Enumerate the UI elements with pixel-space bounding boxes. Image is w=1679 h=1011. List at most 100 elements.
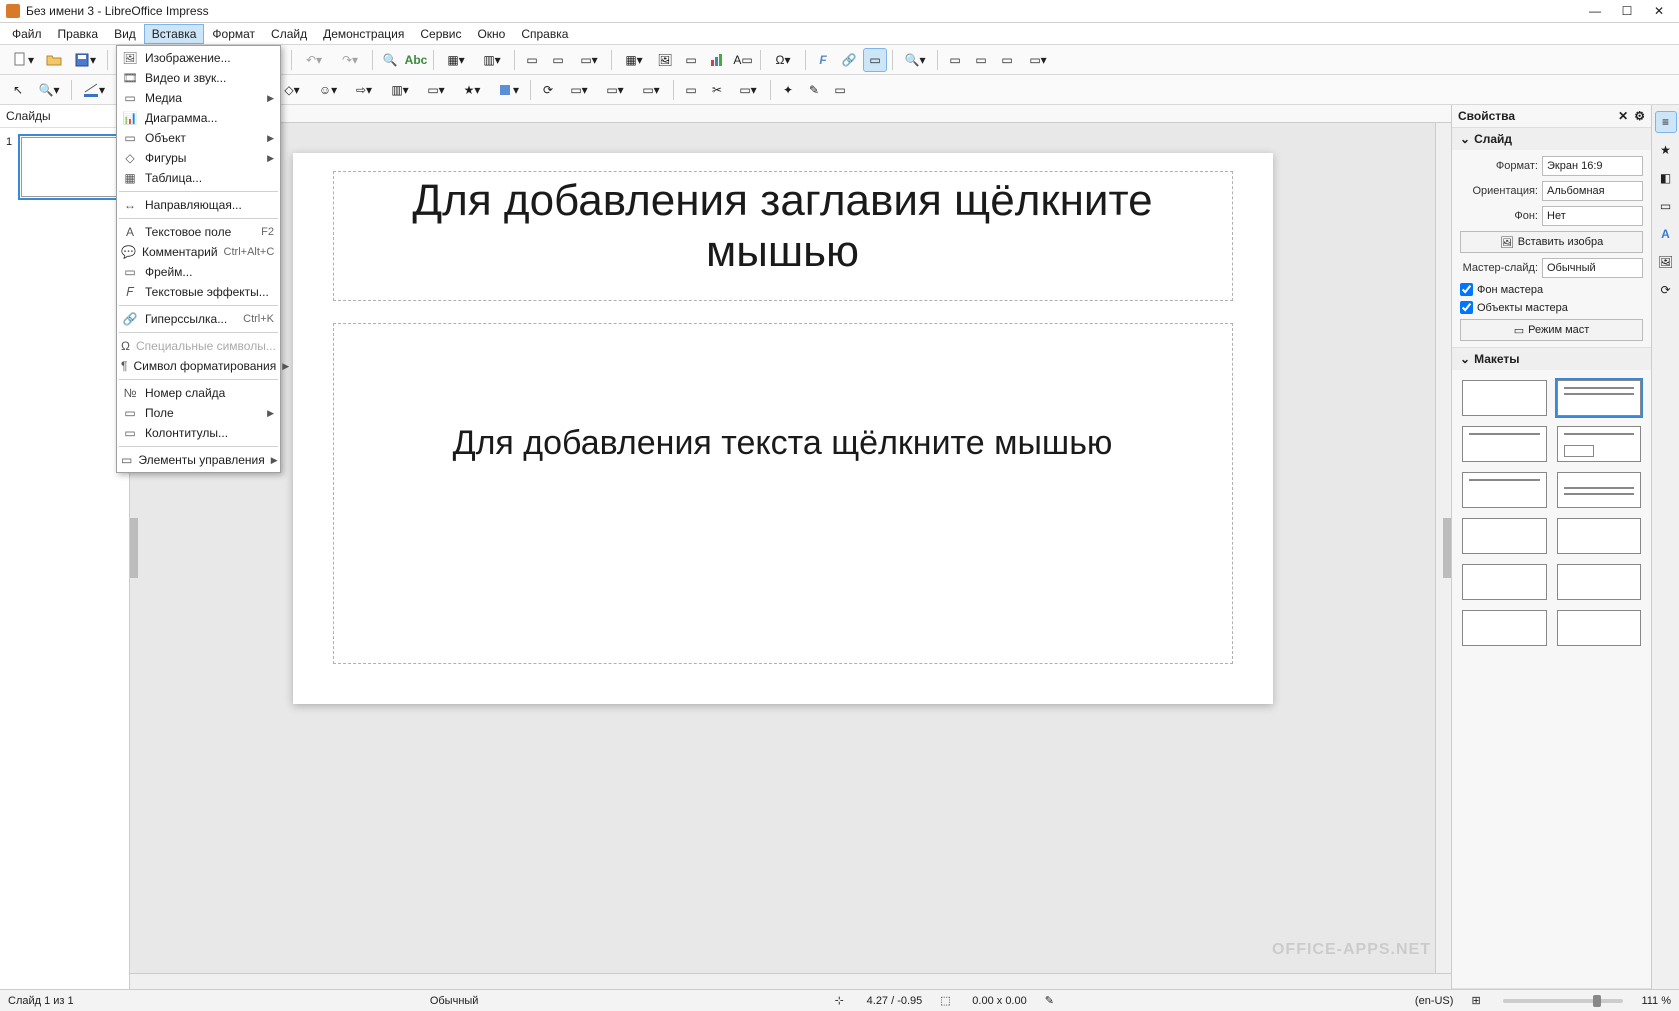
signature-icon[interactable]: ✎: [1045, 994, 1059, 1008]
master-bg-checkbox[interactable]: Фон мастера: [1460, 283, 1643, 296]
close-button[interactable]: ✕: [1653, 4, 1665, 18]
master-obj-checkbox[interactable]: Объекты мастера: [1460, 301, 1643, 314]
extrusion-button[interactable]: ▭: [828, 78, 852, 102]
del-slide-button[interactable]: ▭: [995, 48, 1019, 72]
menuitem-shapes[interactable]: ◇Фигуры▶: [117, 148, 280, 168]
layout-3[interactable]: [1462, 472, 1547, 508]
menuitem-object[interactable]: ▭Объект▶: [117, 128, 280, 148]
display-grid-button[interactable]: ▦▾: [439, 48, 473, 72]
menuitem-table[interactable]: ▦Таблица...: [117, 168, 280, 188]
menu-file[interactable]: Файл: [4, 24, 50, 44]
rotate-button[interactable]: ⟳: [536, 78, 560, 102]
save-button[interactable]: ▾: [68, 48, 102, 72]
left-panel-collapse-handle[interactable]: [130, 518, 138, 578]
tab-styles[interactable]: A: [1655, 223, 1677, 245]
insert-av-button[interactable]: ▭: [679, 48, 703, 72]
status-zoom[interactable]: 111 %: [1641, 995, 1671, 1007]
insert-special-button[interactable]: Ω▾: [766, 48, 800, 72]
zoom-slider[interactable]: [1503, 999, 1623, 1003]
menuitem-textbox[interactable]: AТекстовое полеF2: [117, 222, 280, 242]
menuitem-formatmark[interactable]: ¶Символ форматирования▶: [117, 356, 280, 376]
layout-title-content[interactable]: [1557, 380, 1642, 416]
layout-8[interactable]: [1557, 564, 1642, 600]
shadow-button[interactable]: ▭: [679, 78, 703, 102]
format-dropdown[interactable]: Экран 16:9: [1542, 156, 1643, 176]
select-tool[interactable]: ↖: [6, 78, 30, 102]
minimize-button[interactable]: —: [1589, 4, 1601, 18]
orientation-dropdown[interactable]: Альбомная: [1542, 181, 1643, 201]
tab-gallery[interactable]: 🖼: [1655, 251, 1677, 273]
arrange-button[interactable]: ▭▾: [598, 78, 632, 102]
redo-button[interactable]: ↷▾: [333, 48, 367, 72]
filter-button[interactable]: ▭▾: [731, 78, 765, 102]
menuitem-fontwork[interactable]: 𝐹Текстовые эффекты...: [117, 282, 280, 302]
spellcheck-button[interactable]: Abc: [404, 48, 428, 72]
menuitem-comment[interactable]: 💬КомментарийCtrl+Alt+C: [117, 242, 280, 262]
insert-table-button[interactable]: ▦▾: [617, 48, 651, 72]
fontwork-button[interactable]: F: [811, 48, 835, 72]
3d-tool[interactable]: ▾: [491, 78, 525, 102]
display-views-button[interactable]: ▥▾: [475, 48, 509, 72]
menuitem-guide[interactable]: ↔Направляющая...: [117, 195, 280, 215]
arrow-shapes-tool[interactable]: ⇨▾: [347, 78, 381, 102]
menuitem-slidenum[interactable]: №Номер слайда: [117, 383, 280, 403]
sidebar-settings-icon[interactable]: ⚙: [1634, 109, 1645, 123]
tab-slide-transition[interactable]: ★: [1655, 139, 1677, 161]
layout-6[interactable]: [1557, 518, 1642, 554]
start-current-button[interactable]: ▭▾: [572, 48, 606, 72]
menuitem-headerfooter[interactable]: ▭Колонтитулы...: [117, 423, 280, 443]
tab-navigator[interactable]: ⟳: [1655, 279, 1677, 301]
menuitem-link[interactable]: 🔗Гиперссылка...Ctrl+K: [117, 309, 280, 329]
tab-properties[interactable]: ≡: [1655, 111, 1677, 133]
glue-button[interactable]: ✎: [802, 78, 826, 102]
title-placeholder[interactable]: Для добавления заглавия щёлкните мышью: [333, 171, 1233, 301]
master-slide-dropdown[interactable]: Обычный: [1542, 258, 1643, 278]
zoom-button[interactable]: 🔍▾: [898, 48, 932, 72]
menu-tools[interactable]: Сервис: [412, 24, 469, 44]
content-placeholder[interactable]: Для добавления текста щёлкните мышью: [333, 323, 1233, 664]
insert-image-bg-button[interactable]: 🖼 Вставить изобра: [1460, 231, 1643, 253]
flowchart-tool[interactable]: ▥▾: [383, 78, 417, 102]
crop-button[interactable]: ✂: [705, 78, 729, 102]
points-button[interactable]: ✦: [776, 78, 800, 102]
new-slide-button[interactable]: ▭: [943, 48, 967, 72]
hyperlink-button[interactable]: 🔗: [837, 48, 861, 72]
insert-textbox-button[interactable]: A▭: [731, 48, 755, 72]
menu-slideshow[interactable]: Демонстрация: [315, 24, 412, 44]
new-doc-button[interactable]: ▾: [6, 48, 40, 72]
menu-help[interactable]: Справка: [513, 24, 576, 44]
layout-4[interactable]: [1557, 472, 1642, 508]
layout-7[interactable]: [1462, 564, 1547, 600]
slide-layout-button[interactable]: ▭▾: [1021, 48, 1055, 72]
star-tool[interactable]: ★▾: [455, 78, 489, 102]
tab-animation[interactable]: ◧: [1655, 167, 1677, 189]
symbol-shapes-tool[interactable]: ☺▾: [311, 78, 345, 102]
insert-chart-button[interactable]: [705, 48, 729, 72]
maximize-button[interactable]: ☐: [1621, 4, 1633, 18]
layout-10[interactable]: [1557, 610, 1642, 646]
callout-tool[interactable]: ▭▾: [419, 78, 453, 102]
menuitem-frame[interactable]: ▭Фрейм...: [117, 262, 280, 282]
open-button[interactable]: [42, 48, 66, 72]
undo-button[interactable]: ↶▾: [297, 48, 331, 72]
slide-canvas[interactable]: Для добавления заглавия щёлкните мышью Д…: [293, 153, 1273, 704]
slide-thumbnail[interactable]: 1: [18, 134, 123, 200]
show-draw-button[interactable]: ▭: [863, 48, 887, 72]
align-button[interactable]: ▭▾: [562, 78, 596, 102]
fit-page-icon[interactable]: ⊞: [1471, 994, 1485, 1008]
layout-two-content[interactable]: [1557, 426, 1642, 462]
tab-master[interactable]: ▭: [1655, 195, 1677, 217]
menu-window[interactable]: Окно: [469, 24, 513, 44]
menu-slide[interactable]: Слайд: [263, 24, 315, 44]
menuitem-media[interactable]: ▭Медиа▶: [117, 88, 280, 108]
start-first-button[interactable]: ▭: [546, 48, 570, 72]
layout-9[interactable]: [1462, 610, 1547, 646]
master-mode-button[interactable]: ▭ Режим маст: [1460, 319, 1643, 341]
menuitem-controls[interactable]: ▭Элементы управления▶: [117, 450, 280, 470]
layout-title-only[interactable]: [1462, 426, 1547, 462]
dup-slide-button[interactable]: ▭: [969, 48, 993, 72]
distribute-button[interactable]: ▭▾: [634, 78, 668, 102]
master-slide-button[interactable]: ▭: [520, 48, 544, 72]
menuitem-chart[interactable]: 📊Диаграмма...: [117, 108, 280, 128]
menu-edit[interactable]: Правка: [50, 24, 107, 44]
